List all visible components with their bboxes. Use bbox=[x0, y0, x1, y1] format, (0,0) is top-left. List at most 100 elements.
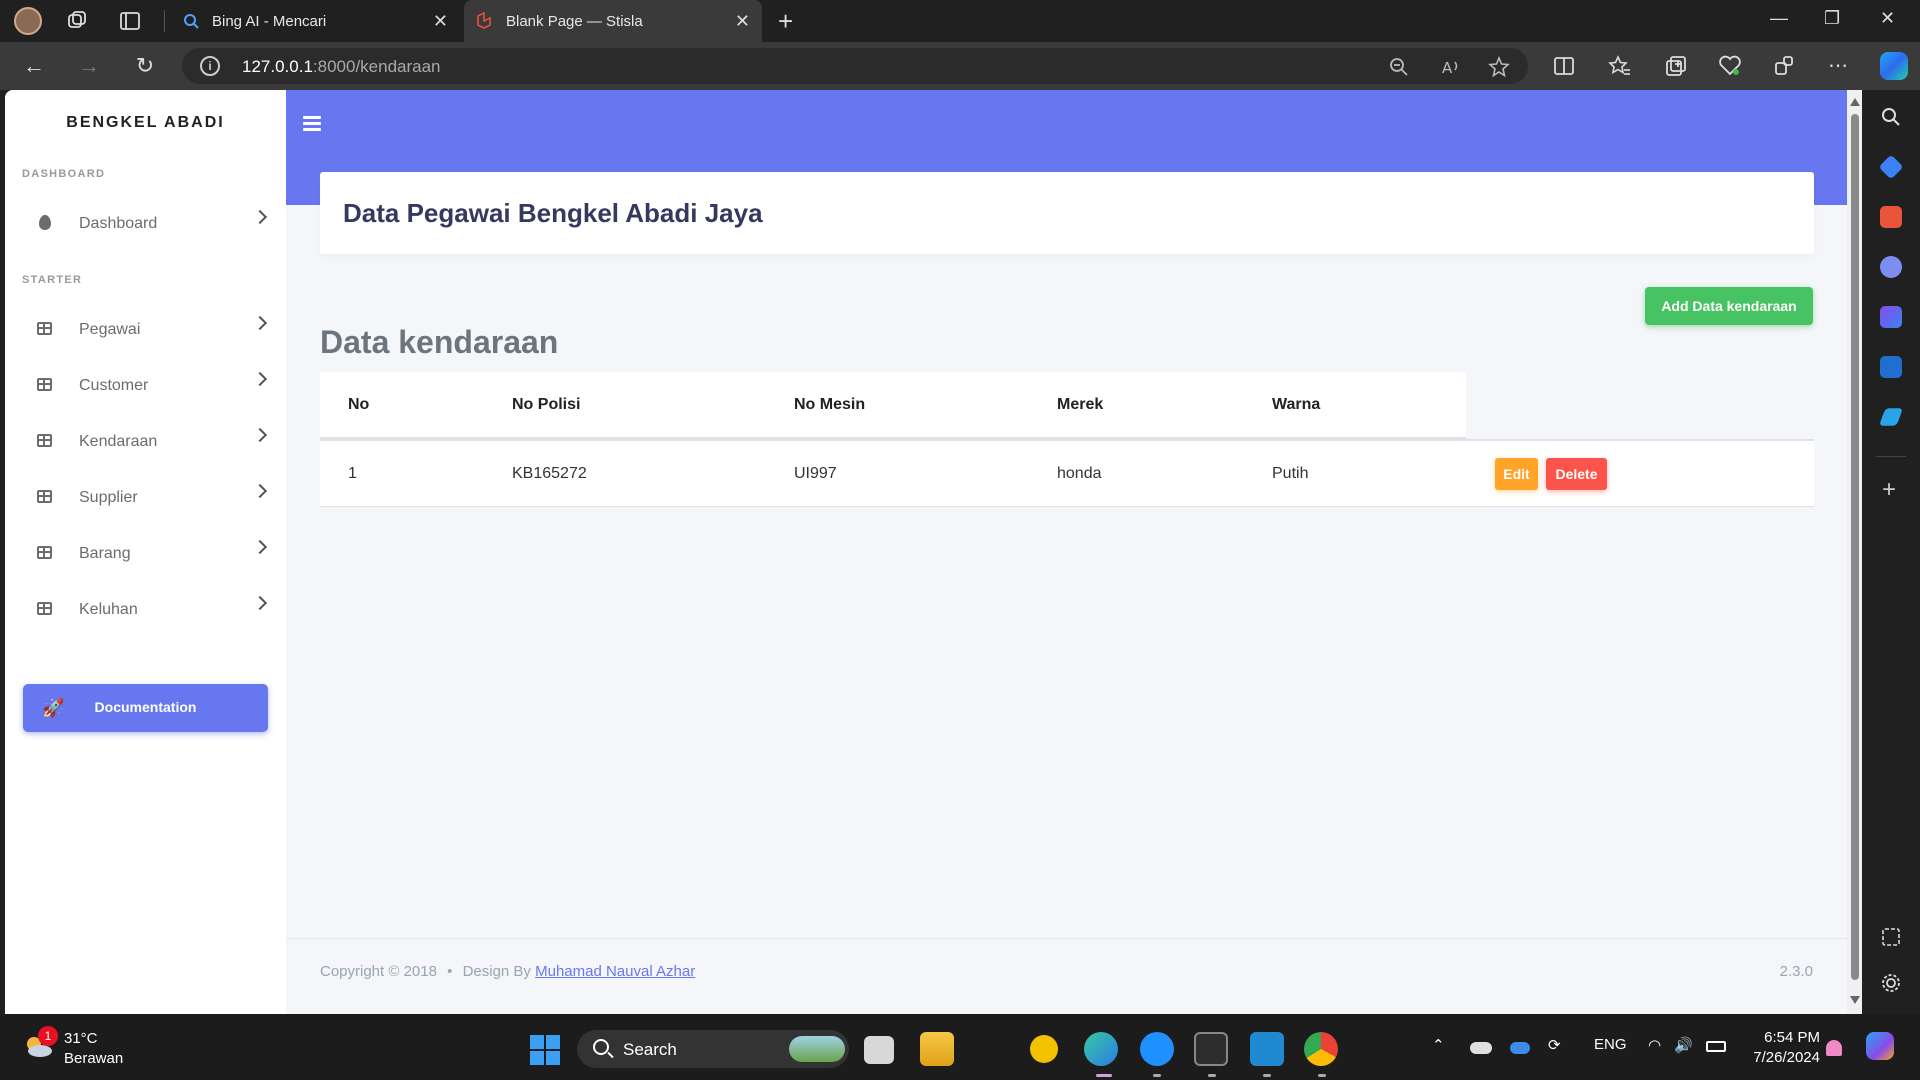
new-tab-button[interactable]: + bbox=[778, 6, 793, 37]
fire-icon bbox=[39, 215, 51, 230]
columns-icon bbox=[37, 378, 52, 391]
add-kendaraan-button[interactable]: Add Data kendaraan bbox=[1645, 287, 1813, 325]
url-text[interactable]: 127.0.0.1:8000/kendaraan bbox=[242, 57, 441, 77]
edit-button[interactable]: Edit bbox=[1495, 458, 1538, 490]
tab-actions-icon[interactable] bbox=[117, 8, 143, 34]
scrollbar-thumb[interactable] bbox=[1851, 114, 1859, 980]
menu-toggle-icon[interactable] bbox=[303, 116, 321, 134]
vscode-icon[interactable] bbox=[1250, 1032, 1284, 1066]
sidebar-brand[interactable]: BENGKEL ABADI bbox=[5, 114, 286, 132]
terminal-icon[interactable] bbox=[1194, 1032, 1228, 1066]
read-aloud-icon[interactable]: A bbox=[1440, 56, 1462, 78]
sidebar-item-label: Supplier bbox=[79, 489, 138, 506]
copilot-icon[interactable] bbox=[1880, 52, 1908, 80]
sync-icon[interactable]: ⟳ bbox=[1548, 1036, 1561, 1054]
favorites-icon[interactable] bbox=[1608, 54, 1632, 78]
wifi-icon[interactable]: ◠ bbox=[1648, 1036, 1661, 1054]
sidebar-item-customer[interactable]: Customer bbox=[5, 358, 286, 414]
minimize-button[interactable]: — bbox=[1770, 8, 1788, 29]
chrome-icon[interactable] bbox=[1304, 1032, 1338, 1066]
running-app-indicator bbox=[1263, 1074, 1271, 1077]
delete-button[interactable]: Delete bbox=[1546, 458, 1607, 490]
documentation-button[interactable]: 🚀 Documentation bbox=[23, 684, 268, 732]
running-app-indicator bbox=[1318, 1074, 1326, 1077]
zoom-out-icon[interactable] bbox=[1388, 56, 1410, 78]
close-tab-icon[interactable]: ✕ bbox=[433, 11, 448, 32]
edge-browser-icon[interactable] bbox=[1084, 1032, 1118, 1066]
battery-icon[interactable] bbox=[1706, 1041, 1726, 1052]
profile-avatar[interactable] bbox=[14, 7, 42, 35]
table-header: No No Polisi No Mesin Merek Warna bbox=[320, 372, 1466, 439]
author-link[interactable]: Muhamad Nauval Azhar bbox=[535, 963, 695, 980]
volume-icon[interactable]: 🔊 bbox=[1674, 1036, 1693, 1054]
workspaces-icon[interactable] bbox=[64, 8, 90, 34]
footer-left: Copyright © 2018 • Design By Muhamad Nau… bbox=[320, 963, 695, 980]
browser-essentials-icon[interactable] bbox=[1718, 54, 1742, 78]
task-view-icon[interactable] bbox=[864, 1036, 894, 1064]
file-explorer-icon[interactable] bbox=[920, 1032, 954, 1066]
back-button[interactable]: ← bbox=[20, 52, 48, 80]
close-tab-icon[interactable]: ✕ bbox=[735, 11, 750, 32]
cell-warna: Putih bbox=[1272, 465, 1309, 482]
chevron-up-icon[interactable]: ⌃ bbox=[1432, 1036, 1445, 1054]
app-blue-icon[interactable] bbox=[1140, 1032, 1174, 1066]
site-info-icon[interactable]: i bbox=[200, 56, 220, 76]
microsoft-365-icon[interactable] bbox=[1880, 306, 1902, 328]
favorite-star-icon[interactable] bbox=[1488, 56, 1510, 78]
cloud-sync-icon[interactable] bbox=[1510, 1042, 1530, 1054]
browser-tab-bar: Bing AI - Mencari ✕ Blank Page — Stisla … bbox=[0, 0, 1920, 42]
notification-bell-icon[interactable] bbox=[1826, 1040, 1842, 1056]
sidebar-item-keluhan[interactable]: Keluhan bbox=[5, 582, 286, 638]
tab-blank-page[interactable]: Blank Page — Stisla ✕ bbox=[464, 0, 762, 42]
search-icon bbox=[184, 14, 199, 29]
settings-gear-icon[interactable] bbox=[1880, 972, 1902, 994]
clock-date: 7/26/2024 bbox=[1753, 1049, 1820, 1066]
app-warning-icon[interactable] bbox=[1030, 1035, 1058, 1063]
system-clock[interactable]: 6:54 PM 7/26/2024 bbox=[1740, 1028, 1820, 1068]
add-sidebar-app-icon[interactable]: + bbox=[1882, 476, 1896, 504]
sidebar-item-label: Pegawai bbox=[79, 321, 141, 338]
scroll-up-arrow[interactable] bbox=[1850, 98, 1860, 106]
forward-button[interactable]: → bbox=[75, 52, 103, 80]
outlook-icon[interactable] bbox=[1880, 356, 1902, 378]
chevron-right-icon bbox=[252, 427, 268, 443]
sidebar-item-pegawai[interactable]: Pegawai bbox=[5, 302, 286, 358]
tools-briefcase-icon[interactable] bbox=[1880, 206, 1902, 228]
documentation-label: Documentation bbox=[94, 699, 197, 715]
close-window-button[interactable]: ✕ bbox=[1880, 8, 1895, 29]
sidebar-item-dashboard[interactable]: Dashboard bbox=[5, 196, 286, 252]
more-menu-icon[interactable]: ⋯ bbox=[1826, 54, 1850, 78]
sidebar-item-supplier[interactable]: Supplier bbox=[5, 470, 286, 526]
tab-bing-ai[interactable]: Bing AI - Mencari ✕ bbox=[170, 0, 460, 42]
notification-badge: 1 bbox=[38, 1026, 58, 1046]
split-screen-icon[interactable] bbox=[1552, 54, 1576, 78]
language-indicator[interactable]: ENG bbox=[1594, 1036, 1627, 1053]
address-bar[interactable]: i 127.0.0.1:8000/kendaraan A bbox=[182, 48, 1528, 84]
scroll-down-arrow[interactable] bbox=[1850, 996, 1860, 1004]
extensions-icon[interactable] bbox=[1772, 54, 1796, 78]
copilot-taskbar-icon[interactable] bbox=[1866, 1032, 1894, 1060]
columns-icon bbox=[37, 322, 52, 335]
shopping-tag-icon[interactable] bbox=[1878, 154, 1904, 180]
screenshot-icon[interactable] bbox=[1880, 926, 1902, 948]
search-icon[interactable] bbox=[1880, 106, 1902, 128]
page-scrollbar[interactable] bbox=[1847, 90, 1862, 1014]
search-label: Search bbox=[623, 1040, 677, 1059]
telegram-send-icon[interactable] bbox=[1878, 408, 1904, 426]
clock-time: 6:54 PM bbox=[1764, 1029, 1820, 1046]
restore-button[interactable]: ❐ bbox=[1824, 8, 1840, 29]
sidebar-item-kendaraan[interactable]: Kendaraan bbox=[5, 414, 286, 470]
onedrive-icon[interactable] bbox=[1470, 1042, 1492, 1054]
cell-no: 1 bbox=[348, 465, 357, 482]
refresh-button[interactable]: ↻ bbox=[131, 52, 159, 80]
menu-header-starter: STARTER bbox=[22, 274, 83, 286]
main-footer: Copyright © 2018 • Design By Muhamad Nau… bbox=[286, 938, 1847, 1014]
windows-start-icon[interactable] bbox=[530, 1035, 560, 1065]
column-header: Warna bbox=[1272, 396, 1321, 413]
main-sidebar: BENGKEL ABADI DASHBOARD Dashboard STARTE… bbox=[5, 90, 286, 1014]
sidebar-item-barang[interactable]: Barang bbox=[5, 526, 286, 582]
games-icon[interactable] bbox=[1880, 256, 1902, 278]
collections-icon[interactable] bbox=[1664, 54, 1688, 78]
weather-widget[interactable]: 1 31°C Berawan bbox=[22, 1026, 162, 1068]
taskbar-search[interactable]: Search bbox=[577, 1030, 849, 1068]
